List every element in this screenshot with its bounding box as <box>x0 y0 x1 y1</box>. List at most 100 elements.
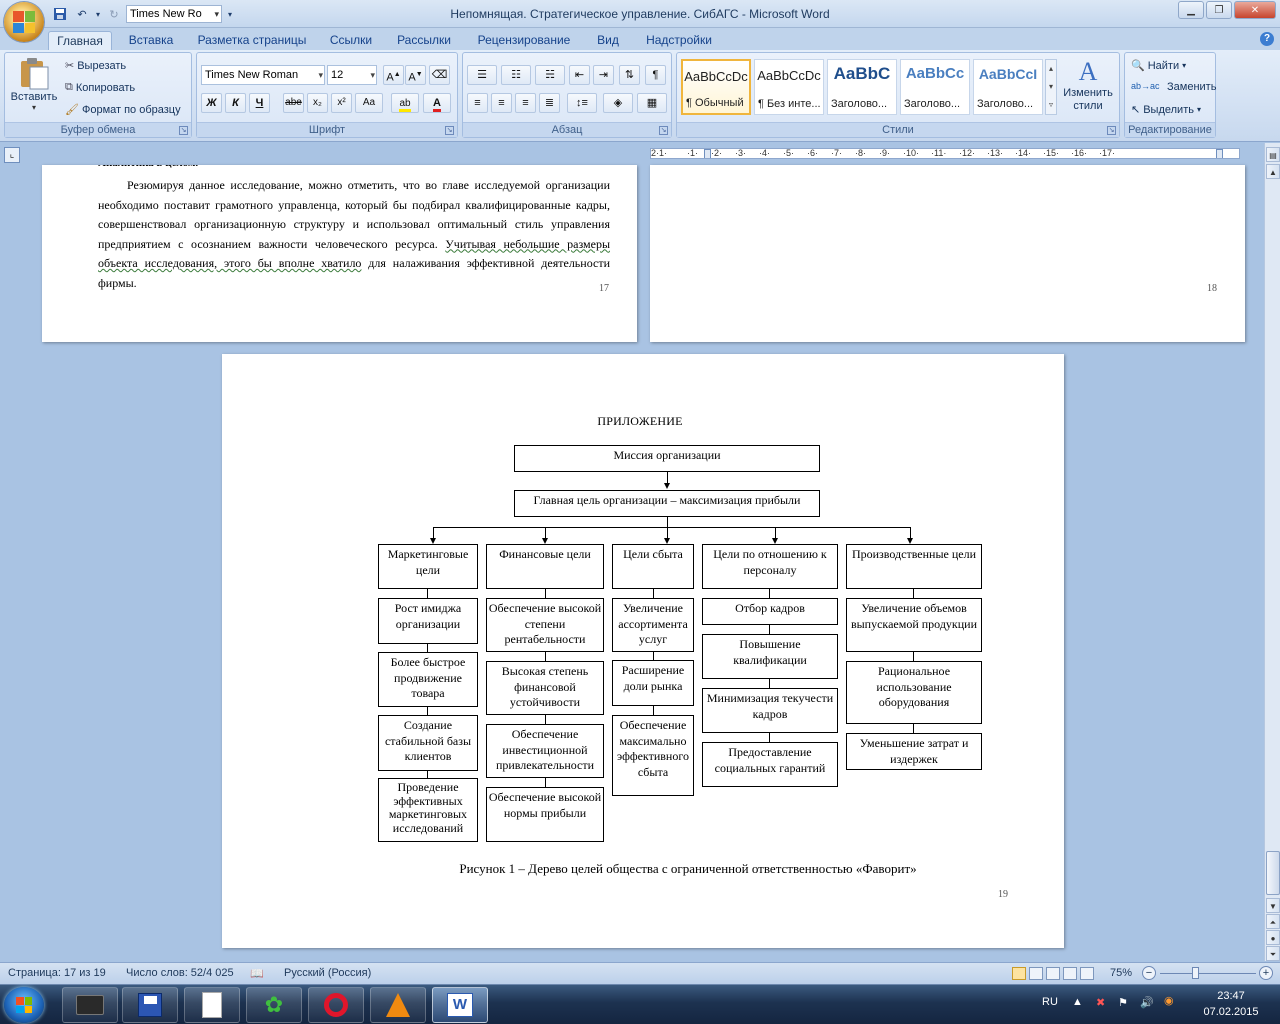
start-button[interactable] <box>4 987 44 1023</box>
tab-page-layout[interactable]: Разметка страницы <box>192 31 312 50</box>
paste-button[interactable]: Вставить ▾ <box>9 57 59 119</box>
paragraph-launcher-icon[interactable]: ↘ <box>659 126 668 135</box>
proofing-icon[interactable]: 📖 <box>250 967 264 980</box>
justify-button[interactable]: ≣ <box>539 93 560 113</box>
replace-button[interactable]: ab→ac <box>1131 81 1160 91</box>
bullets-button[interactable]: ☰ <box>467 65 497 85</box>
style-no-spacing[interactable]: AaBbCcDc ¶ Без инте... <box>754 59 824 115</box>
tab-selector[interactable]: ⌞ <box>4 147 20 163</box>
style-normal[interactable]: AaBbCcDc ¶ Обычный <box>681 59 751 115</box>
font-size-dropdown-icon[interactable]: ▾ <box>370 66 375 84</box>
borders-button[interactable]: ▦ <box>637 93 667 113</box>
clock-date[interactable]: 07.02.2015 <box>1196 1006 1266 1018</box>
indent-marker[interactable] <box>704 149 711 158</box>
change-case-button[interactable]: Aa <box>355 93 383 113</box>
scroll-down-icon[interactable]: ▼ <box>1266 898 1280 913</box>
clear-format-button[interactable]: ⌫ <box>429 65 450 85</box>
network-warning-icon[interactable]: ✖ <box>1096 996 1105 1009</box>
app-tray-icon[interactable]: ◉ <box>1164 994 1174 1007</box>
clock-time[interactable]: 23:47 <box>1208 990 1254 1002</box>
taskbar-app-vlc[interactable] <box>370 987 426 1023</box>
taskbar-app-opera[interactable] <box>308 987 364 1023</box>
right-indent-marker[interactable] <box>1216 149 1223 158</box>
font-size-box[interactable]: 12 ▾ <box>327 65 377 85</box>
minimize-button[interactable]: ▁ <box>1178 1 1204 19</box>
copy-button[interactable]: ⧉ Копировать <box>65 81 135 94</box>
style-heading-2[interactable]: AaBbCc Заголово... <box>900 59 970 115</box>
tab-view[interactable]: Вид <box>590 31 626 50</box>
font-launcher-icon[interactable]: ↘ <box>445 126 454 135</box>
taskbar-app-media[interactable] <box>62 987 118 1023</box>
tab-insert[interactable]: Вставка <box>120 31 182 50</box>
zoom-out-icon[interactable]: − <box>1142 966 1156 980</box>
line-spacing-button[interactable]: ↕≡ <box>567 93 597 113</box>
print-layout-view-icon[interactable] <box>1012 967 1026 980</box>
superscript-button[interactable]: x² <box>331 93 352 113</box>
style-heading-1[interactable]: AaBbC Заголово... <box>827 59 897 115</box>
web-layout-view-icon[interactable] <box>1046 967 1060 980</box>
change-styles-button[interactable]: A Изменить стили <box>1059 57 1117 119</box>
shrink-font-button[interactable]: A▼ <box>405 65 426 85</box>
shading-button[interactable]: ◈ <box>603 93 633 113</box>
replace-label-wrap[interactable]: Заменить <box>1167 81 1216 93</box>
tab-addins[interactable]: Надстройки <box>636 31 722 50</box>
style-heading-3[interactable]: AaBbCcI Заголово... <box>973 59 1043 115</box>
align-left-button[interactable]: ≡ <box>467 93 488 113</box>
draft-view-icon[interactable] <box>1080 967 1094 980</box>
scroll-up-icon[interactable]: ▲ <box>1266 164 1280 179</box>
word-count[interactable]: Число слов: 52/4 025 <box>126 967 234 979</box>
tab-review[interactable]: Рецензирование <box>466 31 582 50</box>
align-right-button[interactable]: ≡ <box>515 93 536 113</box>
zoom-in-icon[interactable]: + <box>1259 966 1273 980</box>
taskbar-app-flower[interactable]: ✿ <box>246 987 302 1023</box>
previous-page-icon[interactable]: ⏶ <box>1266 914 1280 929</box>
ruler-toggle-icon[interactable]: ▤ <box>1266 147 1280 162</box>
font-name-box[interactable]: Times New Roman ▾ <box>201 65 325 85</box>
scroll-thumb[interactable] <box>1266 851 1280 895</box>
zoom-level[interactable]: 75% <box>1110 967 1132 979</box>
subscript-button[interactable]: x₂ <box>307 93 328 113</box>
bold-button[interactable]: Ж <box>201 93 222 113</box>
zoom-slider-thumb[interactable] <box>1192 967 1199 979</box>
tab-references[interactable]: Ссылки <box>320 31 382 50</box>
highlight-button[interactable]: ab <box>391 93 419 113</box>
underline-button[interactable]: Ч <box>249 93 270 113</box>
action-center-icon[interactable]: ⚑ <box>1118 996 1128 1009</box>
next-page-icon[interactable]: ⏷ <box>1266 946 1280 961</box>
show-marks-button[interactable]: ¶ <box>645 65 666 85</box>
italic-button[interactable]: К <box>225 93 246 113</box>
full-screen-view-icon[interactable] <box>1029 967 1043 980</box>
restore-button[interactable]: ❐ <box>1206 1 1232 19</box>
multilevel-list-button[interactable]: ☵ <box>535 65 565 85</box>
increase-indent-button[interactable]: ⇥ <box>593 65 614 85</box>
show-hidden-icons-icon[interactable]: ▲ <box>1072 996 1083 1008</box>
styles-scroll[interactable]: ▴ ▾ ▿ <box>1045 59 1057 115</box>
taskbar-app-word[interactable]: W <box>432 987 488 1023</box>
outline-view-icon[interactable] <box>1063 967 1077 980</box>
align-center-button[interactable]: ≡ <box>491 93 512 113</box>
styles-launcher-icon[interactable]: ↘ <box>1107 126 1116 135</box>
taskbar-app-document[interactable] <box>184 987 240 1023</box>
taskbar-app-save[interactable] <box>122 987 178 1023</box>
office-button[interactable] <box>4 2 44 42</box>
vertical-scrollbar[interactable]: ▤ ▲ ▼ ⏶ ● ⏷ <box>1264 143 1280 961</box>
tab-mailings[interactable]: Рассылки <box>390 31 458 50</box>
decrease-indent-button[interactable]: ⇤ <box>569 65 590 85</box>
strikethrough-button[interactable]: abe <box>283 93 304 113</box>
browse-object-icon[interactable]: ● <box>1266 930 1280 945</box>
page-count[interactable]: Страница: 17 из 19 <box>8 967 106 979</box>
select-button[interactable]: ↖ Выделить ▾ <box>1131 103 1201 117</box>
sort-button[interactable]: ⇅ <box>619 65 640 85</box>
font-color-button[interactable]: A <box>423 93 451 113</box>
grow-font-button[interactable]: A▲ <box>383 65 404 85</box>
zoom-slider-track[interactable] <box>1160 973 1256 974</box>
find-button[interactable]: 🔍 Найти ▾ <box>1131 59 1186 73</box>
tab-home[interactable]: Главная <box>48 31 112 50</box>
horizontal-ruler[interactable]: 2·1· ·1· ·2· ·3· ·4· ·5· ·6· ·7· ·8· ·9· ·10· ·11· ·… <box>650 148 1240 159</box>
help-icon[interactable]: ? <box>1260 32 1274 46</box>
input-language[interactable]: RU <box>1042 996 1058 1008</box>
volume-icon[interactable]: 🔊 <box>1140 996 1154 1009</box>
close-button[interactable]: ✕ <box>1234 1 1276 19</box>
cut-button[interactable]: ✂ Вырезать <box>65 59 126 73</box>
font-name-dropdown-icon[interactable]: ▾ <box>318 66 323 84</box>
